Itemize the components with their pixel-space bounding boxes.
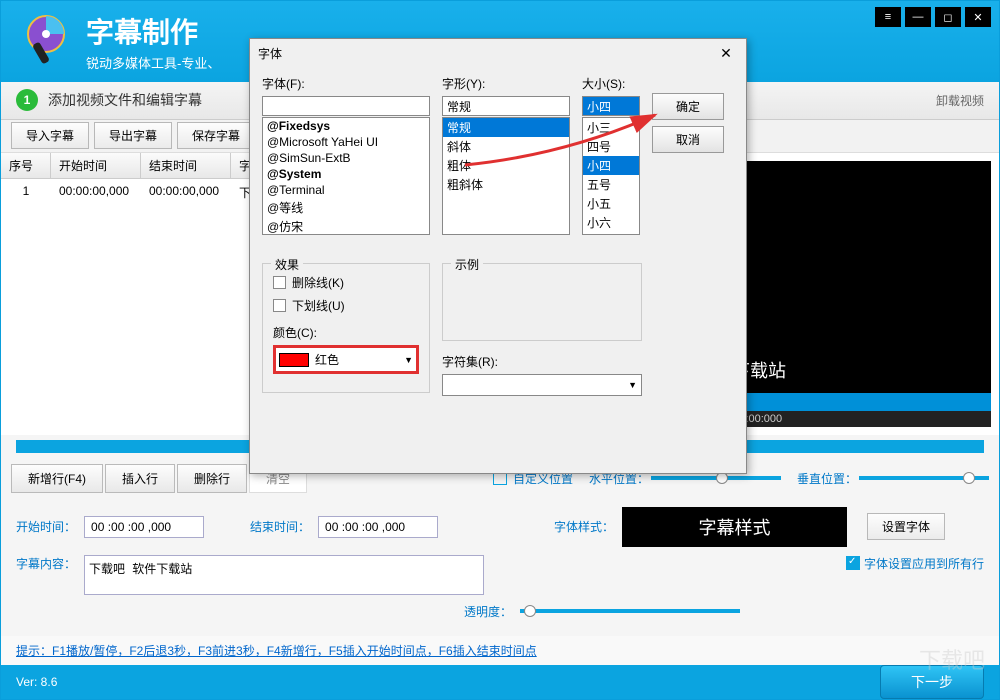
color-label: 颜色(C): xyxy=(273,324,419,341)
list-item[interactable]: @Microsoft YaHei UI xyxy=(263,134,429,150)
td-end: 00:00:00,000 xyxy=(141,181,231,204)
step-number: 1 xyxy=(16,89,38,111)
list-item[interactable]: 五号 xyxy=(583,175,639,194)
font-listbox[interactable]: @Fixedsys @Microsoft YaHei UI @SimSun-Ex… xyxy=(262,117,430,235)
unload-video-link[interactable]: 卸载视频 xyxy=(936,92,984,109)
dialog-close-icon[interactable]: ✕ xyxy=(714,43,738,63)
next-button[interactable]: 下一步 xyxy=(880,665,984,699)
style-label: 字形(Y): xyxy=(442,75,570,92)
list-item[interactable]: @Terminal xyxy=(263,182,429,198)
list-item[interactable]: @SimSun-ExtB xyxy=(263,150,429,166)
opacity-slider[interactable] xyxy=(520,609,740,613)
export-subtitle-button[interactable]: 导出字幕 xyxy=(94,122,172,149)
font-style-label: 字体样式： xyxy=(554,518,614,535)
app-logo-icon xyxy=(16,11,76,71)
color-select[interactable]: 红色 ▼ xyxy=(273,345,419,374)
charset-label: 字符集(R): xyxy=(442,353,642,370)
font-size-input[interactable] xyxy=(582,96,640,116)
close-icon[interactable]: ✕ xyxy=(965,7,991,27)
font-preview-box: 字幕样式 xyxy=(622,507,847,547)
step-label: 添加视频文件和编辑字幕 xyxy=(48,90,202,110)
td-num: 1 xyxy=(1,181,51,204)
font-style-input[interactable] xyxy=(442,96,570,116)
list-item[interactable]: 小六 xyxy=(583,213,639,232)
sample-group-label: 示例 xyxy=(451,256,483,273)
underline-checkbox[interactable] xyxy=(273,299,286,312)
delete-row-button[interactable]: 删除行 xyxy=(177,464,247,493)
font-label: 字体(F): xyxy=(262,75,430,92)
maximize-icon[interactable]: ◻ xyxy=(935,7,961,27)
font-dialog: 字体 ✕ 字体(F): @Fixedsys @Microsoft YaHei U… xyxy=(249,38,747,474)
chevron-down-icon: ▼ xyxy=(404,355,413,365)
app-subtitle: 锐动多媒体工具-专业、 xyxy=(86,53,220,72)
add-row-button[interactable]: 新增行(F4) xyxy=(11,464,103,493)
list-item[interactable]: 常规 xyxy=(443,118,569,137)
vertical-label: 垂直位置： xyxy=(797,470,857,487)
size-listbox[interactable]: 小三 四号 小四 五号 小五 小六 xyxy=(582,117,640,235)
version-label: Ver: 8.6 xyxy=(16,675,57,689)
list-item[interactable]: @System xyxy=(263,166,429,182)
strikethrough-label: 删除线(K) xyxy=(292,274,344,291)
app-title: 字幕制作 xyxy=(86,11,220,51)
charset-select[interactable]: ▼ xyxy=(442,374,642,396)
end-time-label: 结束时间： xyxy=(250,518,310,535)
list-item[interactable]: 粗体 xyxy=(443,156,569,175)
status-bar: Ver: 8.6 下一步 xyxy=(1,665,999,699)
list-item[interactable]: 小四 xyxy=(583,156,639,175)
horizontal-slider[interactable] xyxy=(651,476,781,480)
end-time-input[interactable] xyxy=(318,516,438,538)
ok-button[interactable]: 确定 xyxy=(652,93,724,120)
strikethrough-checkbox[interactable] xyxy=(273,276,286,289)
apply-all-label: 字体设置应用到所有行 xyxy=(864,555,984,572)
td-start: 00:00:00,000 xyxy=(51,181,141,204)
content-label: 字幕内容： xyxy=(16,555,76,572)
start-time-label: 开始时间： xyxy=(16,518,76,535)
insert-row-button[interactable]: 插入行 xyxy=(105,464,175,493)
underline-label: 下划线(U) xyxy=(292,297,345,314)
th-end: 结束时间 xyxy=(141,153,231,178)
start-time-input[interactable] xyxy=(84,516,204,538)
list-item[interactable]: 斜体 xyxy=(443,137,569,156)
color-swatch-icon xyxy=(279,353,309,367)
import-subtitle-button[interactable]: 导入字幕 xyxy=(11,122,89,149)
set-font-button[interactable]: 设置字体 xyxy=(867,513,945,540)
font-name-input[interactable] xyxy=(262,96,430,116)
list-item[interactable]: @Fixedsys xyxy=(263,118,429,134)
list-item[interactable]: @仿宋 xyxy=(263,217,429,235)
effects-group-label: 效果 xyxy=(271,256,303,273)
th-num: 序号 xyxy=(1,153,51,178)
style-listbox[interactable]: 常规 斜体 粗体 粗斜体 xyxy=(442,117,570,235)
size-label: 大小(S): xyxy=(582,75,640,92)
chevron-down-icon: ▼ xyxy=(628,380,637,390)
color-value: 红色 xyxy=(315,351,339,368)
settings-icon[interactable]: ≡ xyxy=(875,7,901,27)
cancel-button[interactable]: 取消 xyxy=(652,126,724,153)
list-item[interactable]: @等线 xyxy=(263,198,429,217)
list-item[interactable]: 粗斜体 xyxy=(443,175,569,194)
list-item[interactable]: 小五 xyxy=(583,194,639,213)
list-item[interactable]: 四号 xyxy=(583,137,639,156)
list-item[interactable]: 小三 xyxy=(583,118,639,137)
save-subtitle-button[interactable]: 保存字幕 xyxy=(177,122,255,149)
opacity-label: 透明度： xyxy=(464,603,512,620)
subtitle-content-textarea[interactable]: 下载吧 软件下载站 xyxy=(84,555,484,595)
apply-all-checkbox[interactable] xyxy=(846,556,860,570)
minimize-icon[interactable]: — xyxy=(905,7,931,27)
dialog-title: 字体 xyxy=(258,45,282,62)
th-start: 开始时间 xyxy=(51,153,141,178)
vertical-slider[interactable] xyxy=(859,476,989,480)
hint-text: 提示：F1播放/暂停，F2后退3秒，F3前进3秒，F4新增行，F5插入开始时间点… xyxy=(1,636,999,665)
